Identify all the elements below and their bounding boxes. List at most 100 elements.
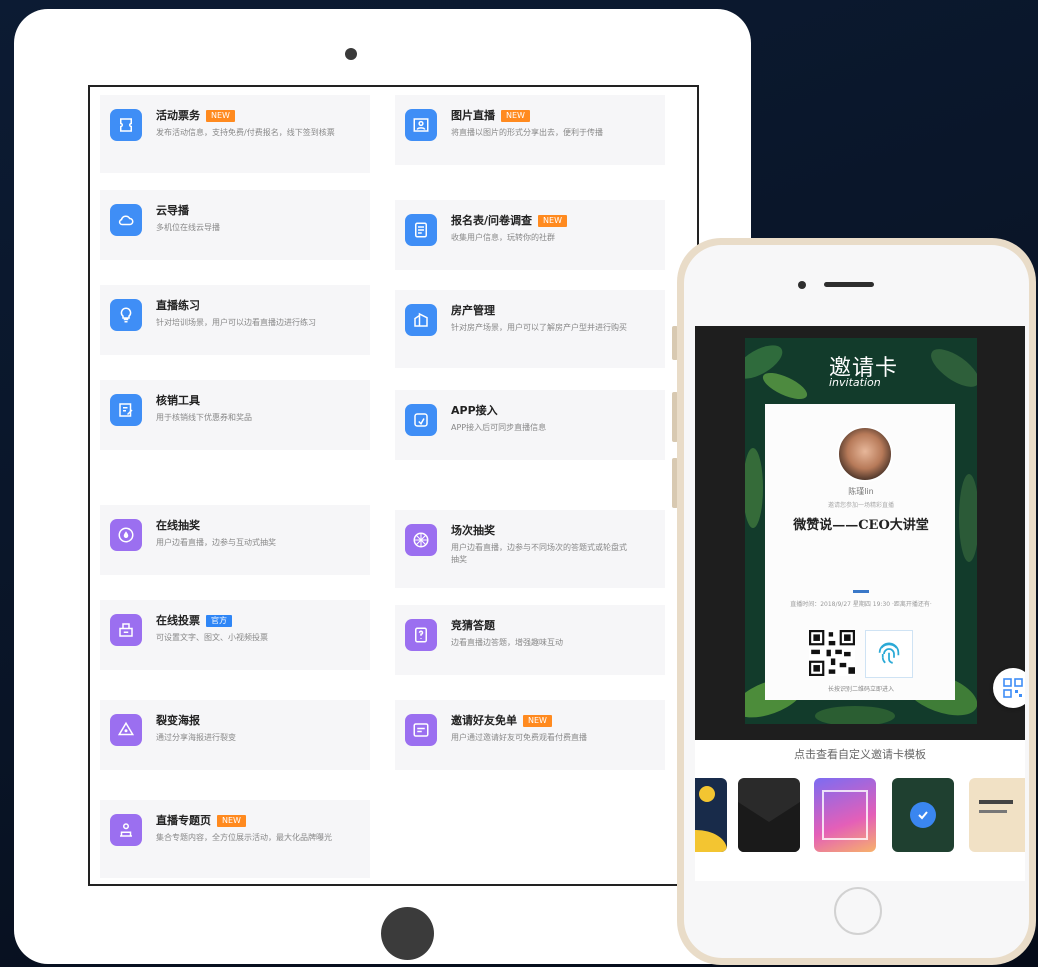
feature-description: 收集用户信息，玩转你的社群 xyxy=(451,233,555,242)
feature-description: 通过分享海报进行裂变 xyxy=(156,733,236,742)
feature-card[interactable]: 直播专题页 NEW 集合专题内容，全方位展示活动，最大化品牌曝光 xyxy=(100,800,370,878)
feature-description: 用户通过邀请好友可免费观看付费直播 xyxy=(451,733,587,742)
tablet-home-button[interactable] xyxy=(381,907,434,960)
accent-bar xyxy=(853,590,869,593)
qr-float-button[interactable] xyxy=(993,668,1025,708)
template-thumb-5[interactable] xyxy=(969,778,1025,852)
feature-card[interactable]: 裂变海报通过分享海报进行裂变 xyxy=(100,700,370,770)
feature-card[interactable]: 云导播多机位在线云导播 xyxy=(100,190,370,260)
template-thumb-4[interactable] xyxy=(892,778,954,852)
qr-code-icon xyxy=(809,630,855,676)
feature-description: 集合专题内容，全方位展示活动，最大化品牌曝光 xyxy=(156,833,332,842)
feature-title: 直播练习 xyxy=(156,297,200,313)
feature-title: 竞猜答题 xyxy=(451,617,495,633)
phone-frame: 邀请卡 invitation 陈瑾lin 邀请您参加一场精彩直播 微赞说——CE… xyxy=(677,238,1036,965)
poster-icon xyxy=(110,714,142,746)
tablet-camera xyxy=(345,48,357,60)
feature-card[interactable]: 活动票务 NEW 发布活动信息，支持免费/付费报名，线下签到核票 xyxy=(100,95,370,173)
feature-description: 用户边看直播，边参与不同场次的答题式或轮盘式抽奖 xyxy=(451,543,627,564)
feature-title: 直播专题页 NEW xyxy=(156,812,246,828)
feature-card[interactable]: 房产管理针对房产场景，用户可以了解房产户型并进行购买 xyxy=(395,290,665,368)
feature-title-text: 云导播 xyxy=(156,204,189,217)
feature-title: 报名表/问卷调查 NEW xyxy=(451,212,567,228)
template-strip xyxy=(695,770,1025,862)
feature-badge: NEW xyxy=(501,110,530,122)
photo-icon xyxy=(405,109,437,141)
topic-icon xyxy=(110,814,142,846)
feature-description: 用于核销线下优惠券和奖品 xyxy=(156,413,252,422)
feature-card[interactable]: 邀请好友免单 NEW 用户通过邀请好友可免费观看付费直播 xyxy=(395,700,665,770)
feature-title-text: 核销工具 xyxy=(156,394,200,407)
feature-card[interactable]: 报名表/问卷调查 NEW 收集用户信息，玩转你的社群 xyxy=(395,200,665,270)
phone-screen: 邀请卡 invitation 陈瑾lin 邀请您参加一场精彩直播 微赞说——CE… xyxy=(695,326,1025,881)
edit-icon xyxy=(110,394,142,426)
feature-description: 针对房产场景，用户可以了解房产户型并进行购买 xyxy=(451,323,627,332)
feature-title-text: 邀请好友免单 xyxy=(451,714,517,727)
feature-title: 活动票务 NEW xyxy=(156,107,235,123)
phone-speaker xyxy=(824,282,874,287)
form-icon xyxy=(405,214,437,246)
feature-description: 发布活动信息，支持免费/付费报名，线下签到核票 xyxy=(156,128,335,137)
feature-title-text: 竞猜答题 xyxy=(451,619,495,632)
feature-card[interactable]: 在线投票 官方可设置文字、图文、小视频投票 xyxy=(100,600,370,670)
feature-title-text: APP接入 xyxy=(451,404,498,417)
feature-badge: NEW xyxy=(217,815,246,827)
feature-card[interactable]: 核销工具用于核销线下优惠券和奖品 xyxy=(100,380,370,450)
feature-title-text: 报名表/问卷调查 xyxy=(451,214,533,227)
fingerprint-icon xyxy=(865,630,913,678)
feature-title: 图片直播 NEW xyxy=(451,107,530,123)
event-meta: 直播时间：2018/9/27 星期四 19:30 ·距离开播还有· xyxy=(790,601,932,608)
template-thumb-1[interactable] xyxy=(695,778,727,852)
tablet-frame: 活动票务 NEW 发布活动信息，支持免费/付费报名，线下签到核票云导播多机位在线云导… xyxy=(14,9,751,964)
feature-title: 在线投票 官方 xyxy=(156,612,232,628)
feature-badge: NEW xyxy=(206,110,235,122)
feature-card[interactable]: 图片直播 NEW 将直播以图片的形式分享出去，便利于传播 xyxy=(395,95,665,165)
feature-title-text: 裂变海报 xyxy=(156,714,200,727)
phone-camera xyxy=(798,281,806,289)
feature-title: 核销工具 xyxy=(156,392,200,408)
feature-title-text: 活动票务 xyxy=(156,109,200,122)
feature-card[interactable]: 直播练习针对培训场景，用户可以边看直播边进行练习 xyxy=(100,285,370,355)
feature-title: 场次抽奖 xyxy=(451,522,495,538)
qr-caption: 长按识别二维码立即进入 xyxy=(827,686,894,693)
feature-card[interactable]: 在线抽奖 用户边看直播，边参与互动式抽奖 xyxy=(100,505,370,575)
template-thumb-3[interactable] xyxy=(814,778,876,852)
feature-description: 针对培训场景，用户可以边看直播边进行练习 xyxy=(156,318,316,327)
feature-title: 裂变海报 xyxy=(156,712,200,728)
invitation-card[interactable]: 邀请卡 invitation 陈瑾lin 邀请您参加一场精彩直播 微赞说——CE… xyxy=(745,338,977,724)
feature-card[interactable]: 竞猜答题边看直播边答题，增强趣味互动 xyxy=(395,605,665,675)
app-link-icon xyxy=(405,404,437,436)
feature-title: APP接入 xyxy=(451,402,498,418)
avatar xyxy=(837,426,893,482)
feature-badge: NEW xyxy=(538,215,567,227)
feature-title-text: 直播练习 xyxy=(156,299,200,312)
invitation-subtitle: invitation xyxy=(829,376,881,389)
feature-description: 将直播以图片的形式分享出去，便利于传播 xyxy=(451,128,603,137)
feature-badge: 官方 xyxy=(206,615,232,627)
event-title: 微赞说——CEO大讲堂 xyxy=(793,518,929,533)
wheel-icon xyxy=(405,524,437,556)
quiz-icon xyxy=(405,619,437,651)
selected-check-icon xyxy=(910,802,936,828)
host-subtitle: 邀请您参加一场精彩直播 xyxy=(827,502,894,509)
feature-title-text: 直播专题页 xyxy=(156,814,211,827)
drop-icon xyxy=(110,519,142,551)
template-thumb-2[interactable] xyxy=(738,778,800,852)
phone-home-button[interactable] xyxy=(834,887,882,935)
feature-card[interactable]: 场次抽奖用户边看直播，边参与不同场次的答题式或轮盘式抽奖 xyxy=(395,510,665,588)
tablet-screen: 活动票务 NEW 发布活动信息，支持免费/付费报名，线下签到核票云导播多机位在线云导… xyxy=(88,85,699,886)
feature-description: 多机位在线云导播 xyxy=(156,223,220,232)
feature-card[interactable]: APP接入 APP接入后可同步直播信息 xyxy=(395,390,665,460)
host-name: 陈瑾lin xyxy=(848,487,874,496)
invitation-preview: 邀请卡 invitation 陈瑾lin 邀请您参加一场精彩直播 微赞说——CE… xyxy=(695,326,1025,740)
feature-title: 云导播 xyxy=(156,202,189,218)
feature-title-text: 场次抽奖 xyxy=(451,524,495,537)
template-label[interactable]: 点击查看自定义邀请卡模板 xyxy=(695,746,1025,762)
ballot-box-icon xyxy=(110,614,142,646)
feature-title-text: 房产管理 xyxy=(451,304,495,317)
feature-description: 可设置文字、图文、小视频投票 xyxy=(156,633,268,642)
feature-description: 边看直播边答题，增强趣味互动 xyxy=(451,638,563,647)
feature-title: 邀请好友免单 NEW xyxy=(451,712,552,728)
feature-badge: NEW xyxy=(523,715,552,727)
feature-title: 在线抽奖 xyxy=(156,517,200,533)
